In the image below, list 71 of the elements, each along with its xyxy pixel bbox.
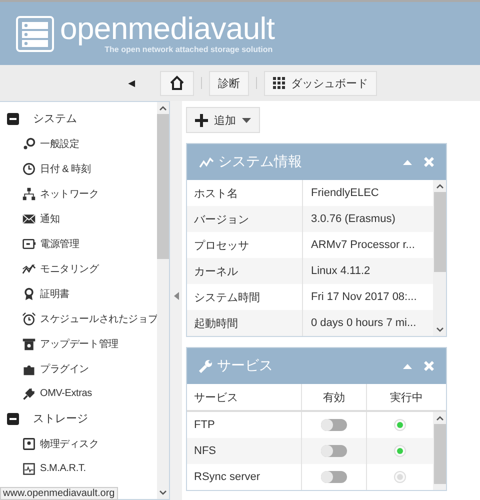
collapse-icon[interactable] (7, 412, 19, 424)
column-header[interactable]: サービス (187, 384, 302, 410)
panel-title: システム情報 (218, 153, 303, 171)
home-icon (169, 75, 185, 91)
table-cell-text: Fri 17 Nov 2017 08:... (310, 291, 418, 303)
home-button[interactable] (160, 70, 194, 96)
column-header[interactable]: 有効 (302, 384, 367, 410)
tree-group[interactable]: ストレージ (0, 406, 157, 431)
monitor-icon (22, 236, 36, 250)
ribbon-icon (22, 286, 36, 300)
panel-title: サービス (217, 357, 274, 375)
nav-item[interactable]: ネットワーク (0, 181, 157, 206)
scroll-down-icon[interactable] (159, 490, 167, 495)
table-cell-text: FriendlyELEC (310, 187, 380, 199)
table-cell-text: 3.0.76 (Erasmus) (310, 213, 396, 225)
scrollbar[interactable] (433, 180, 446, 336)
table-cell-text: 0 days 0 hours 7 mi... (310, 317, 418, 329)
nav-item[interactable]: 物理ディスク (0, 431, 157, 456)
table-cell: 起動時間 (187, 310, 303, 336)
scrollbar[interactable] (157, 102, 169, 499)
status-url: www.openmediavault.org (0, 487, 118, 500)
table-cell-text: ARMv7 Processor r... (310, 239, 416, 251)
scroll-up-icon[interactable] (436, 184, 444, 189)
close-icon[interactable] (424, 361, 434, 371)
diagnostics-button[interactable]: 診断 (209, 70, 249, 96)
nav-item[interactable]: 通知 (0, 206, 157, 231)
scroll-up-icon[interactable] (436, 416, 444, 421)
column-header[interactable]: 実行中 (367, 384, 446, 410)
nav-item[interactable]: 一般設定 (0, 131, 157, 156)
toggle-switch[interactable] (321, 445, 347, 457)
nav-item[interactable]: 証明書 (0, 281, 157, 306)
close-icon[interactable] (424, 157, 434, 167)
splitter-handle[interactable] (170, 101, 182, 500)
nav-item[interactable]: アップデート管理 (0, 331, 157, 356)
plus-icon (195, 114, 208, 126)
toggle-switch[interactable] (321, 419, 347, 431)
mail-icon (22, 212, 36, 226)
table-cell: NFS (187, 438, 302, 464)
table-cell: バージョン (187, 206, 303, 232)
clock-icon (22, 162, 36, 176)
scroll-down-icon[interactable] (436, 327, 444, 332)
tree-group[interactable]: システム (0, 106, 157, 131)
scrollbar[interactable] (433, 412, 446, 490)
caret-icon (242, 118, 251, 122)
alarm-clock-icon (22, 312, 36, 326)
table-cell-text: Linux 4.11.2 (310, 265, 372, 277)
add-button[interactable]: 追加 (186, 107, 260, 133)
dashboard-button[interactable]: ダッシュボード (264, 70, 377, 96)
plug-icon (22, 386, 36, 400)
grid-icon (273, 77, 285, 89)
trash-icon (22, 336, 36, 350)
nav-item[interactable]: OMV-Extras (0, 381, 157, 406)
tagline: The open network attached storage solution (104, 44, 273, 54)
toggle-switch[interactable] (321, 471, 347, 483)
server-stack-icon (16, 16, 54, 52)
table-cell: カーネル (187, 258, 303, 284)
line-chart-icon (199, 156, 214, 168)
nav-item[interactable]: プラグイン (0, 356, 157, 381)
logo-text: openmediavault (60, 14, 275, 44)
scroll-up-icon[interactable] (159, 106, 167, 111)
nav-item[interactable]: 電源管理 (0, 231, 157, 256)
nav-item[interactable]: S.M.A.R.T. (0, 456, 157, 481)
nav-item[interactable]: モニタリング (0, 256, 157, 281)
nav-item[interactable]: 日付 & 時刻 (0, 156, 157, 181)
network-icon (22, 186, 36, 200)
collapse-button[interactable]: ◀ (128, 78, 135, 88)
line-chart-icon (22, 262, 36, 276)
collapse-icon[interactable] (7, 112, 19, 124)
pulse-icon (22, 462, 36, 476)
wrench-icon (199, 359, 213, 373)
table-cell: RSync server (187, 464, 302, 490)
